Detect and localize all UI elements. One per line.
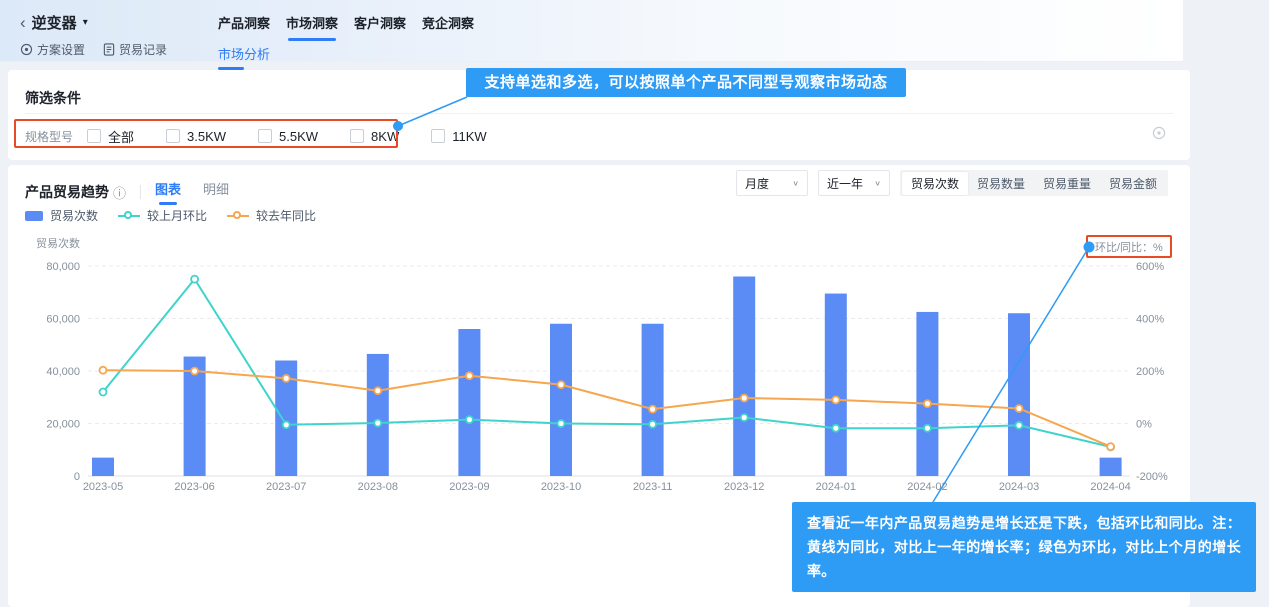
checkbox-box bbox=[258, 129, 272, 143]
period-select-value: 月度 bbox=[745, 175, 769, 192]
page-title: 逆变器 bbox=[32, 12, 77, 33]
legend-item-贸易次数[interactable]: 贸易次数 bbox=[25, 207, 98, 224]
range-select[interactable]: 近一年 ∨ bbox=[818, 170, 890, 196]
quick-action-贸易记录[interactable]: 贸易记录 bbox=[103, 41, 167, 58]
checkbox-box bbox=[431, 129, 445, 143]
filter-title: 筛选条件 bbox=[25, 88, 81, 108]
trend-title: 产品贸易趋势 bbox=[25, 182, 109, 202]
sub-nav-market-analysis[interactable]: 市场分析 bbox=[218, 44, 270, 67]
metric-button-贸易重量[interactable]: 贸易重量 bbox=[1034, 172, 1100, 195]
tab-产品洞察[interactable]: 产品洞察 bbox=[218, 13, 270, 41]
period-select[interactable]: 月度 ∨ bbox=[736, 170, 808, 196]
view-tab-明细[interactable]: 明细 bbox=[203, 179, 229, 205]
tab-市场洞察[interactable]: 市场洞察 bbox=[286, 13, 338, 41]
metric-button-贸易金额[interactable]: 贸易金额 bbox=[1100, 172, 1166, 195]
quick-action-方案设置[interactable]: 方案设置 bbox=[20, 41, 85, 58]
metric-button-group: 贸易次数贸易数量贸易重量贸易金额 bbox=[900, 170, 1168, 196]
chevron-down-icon[interactable]: ▾ bbox=[83, 17, 88, 28]
line-swatch bbox=[118, 215, 140, 217]
chart-legend: 贸易次数 较上月环比 较去年同比 bbox=[25, 207, 316, 224]
checkbox-8KW[interactable]: 8KW bbox=[350, 129, 399, 144]
checkbox-11KW[interactable]: 11KW bbox=[431, 129, 486, 144]
back-icon[interactable]: ‹ bbox=[20, 14, 26, 31]
checkbox-box bbox=[87, 129, 101, 143]
checkbox-3.5KW[interactable]: 3.5KW bbox=[166, 129, 226, 144]
legend-item-较上月环比[interactable]: 较上月环比 bbox=[118, 207, 207, 224]
checkbox-全部[interactable]: 全部 bbox=[87, 127, 134, 146]
spec-checkbox-group: 全部 3.5KW 5.5KW 8KW 11KW bbox=[87, 127, 519, 146]
metric-button-贸易数量[interactable]: 贸易数量 bbox=[968, 172, 1034, 195]
tab-客户洞察[interactable]: 客户洞察 bbox=[354, 13, 406, 41]
divider bbox=[25, 113, 1173, 114]
tab-竞企洞察[interactable]: 竞企洞察 bbox=[422, 13, 474, 41]
spec-filter-label: 规格型号 bbox=[25, 128, 87, 145]
target-icon bbox=[20, 43, 33, 56]
divider bbox=[140, 185, 141, 199]
spec-filter-row: 规格型号 全部 3.5KW 5.5KW 8KW 11KW bbox=[25, 123, 519, 149]
checkbox-5.5KW[interactable]: 5.5KW bbox=[258, 129, 318, 144]
checkbox-box bbox=[350, 129, 364, 143]
document-icon bbox=[103, 43, 115, 56]
main-tabs: 产品洞察市场洞察客户洞察竞企洞察 bbox=[218, 13, 474, 41]
top-header: ‹ 逆变器 ▾ 方案设置贸易记录 产品洞察市场洞察客户洞察竞企洞察 市场分析 bbox=[0, 0, 1183, 62]
chevron-down-icon: ∨ bbox=[874, 179, 881, 188]
quick-actions: 方案设置 贸易记录 bbox=[20, 41, 167, 58]
view-tabs: 图表明细 bbox=[155, 179, 251, 205]
chevron-down-icon: ∨ bbox=[792, 179, 799, 188]
legend-item-较去年同比[interactable]: 较去年同比 bbox=[227, 207, 316, 224]
info-icon[interactable]: ⓘ bbox=[113, 183, 126, 202]
view-tab-图表[interactable]: 图表 bbox=[155, 179, 181, 205]
filter-tooltip: 支持单选和多选，可以按照单个产品不同型号观察市场动态 bbox=[466, 68, 906, 97]
line-swatch bbox=[227, 215, 249, 217]
collapse-filter-icon[interactable] bbox=[1152, 126, 1166, 145]
chart-tooltip: 查看近一年内产品贸易趋势是增长还是下跌，包括环比和同比。注：黄线为同比，对比上一… bbox=[792, 502, 1256, 592]
checkbox-box bbox=[166, 129, 180, 143]
metric-button-贸易次数[interactable]: 贸易次数 bbox=[902, 172, 968, 195]
range-select-value: 近一年 bbox=[827, 175, 863, 192]
bar-swatch bbox=[25, 211, 43, 221]
page: ‹ 逆变器 ▾ 方案设置 贸易记录 产品洞察市场洞察客户洞察竞企洞察 市场分析 筛… bbox=[0, 0, 1269, 607]
